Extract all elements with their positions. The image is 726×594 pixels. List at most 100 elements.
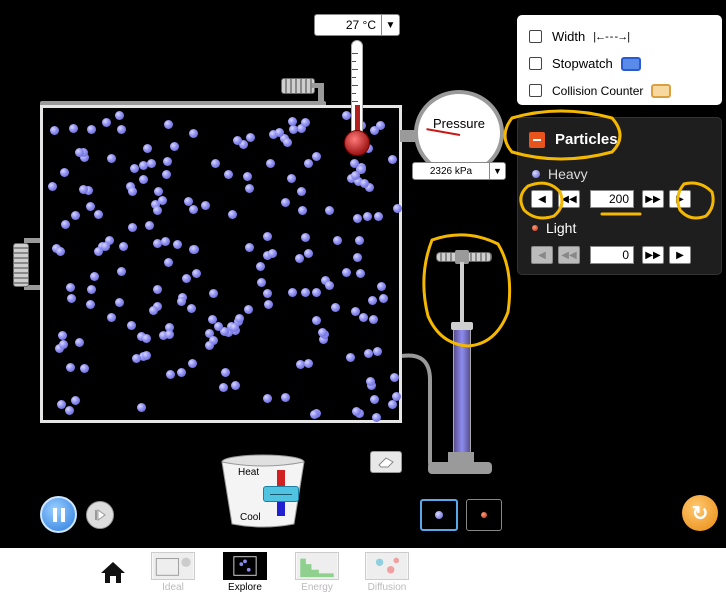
heavy-particle (186, 303, 196, 313)
heavy-particle (371, 412, 381, 422)
heavy-particle (390, 372, 400, 382)
heavy-particle (152, 285, 162, 295)
thermometer-bulb (344, 130, 370, 156)
pump-hose (401, 353, 448, 470)
heavy-particle (229, 323, 239, 333)
light-decrement-button[interactable]: ◀ (531, 246, 553, 264)
heavy-particle (324, 205, 334, 215)
heavy-particle (245, 242, 255, 252)
screen-nav-bar: Ideal Explore Energy Diffusion (0, 548, 726, 594)
heavy-particle (164, 329, 174, 339)
eraser-icon (378, 457, 394, 468)
heavy-particle (350, 306, 360, 316)
heavy-particle (257, 277, 267, 287)
tab-ideal[interactable]: Ideal (150, 552, 196, 593)
collapse-icon[interactable] (529, 131, 545, 148)
heavy-particle (188, 358, 198, 368)
heavy-particle (71, 395, 81, 405)
heavy-particle (207, 314, 217, 324)
heavy-particle (68, 124, 78, 133)
heavy-particle (341, 110, 351, 120)
container-width-handle[interactable] (13, 243, 29, 287)
heavy-particle (127, 223, 137, 233)
heavy-particle (298, 205, 308, 215)
heavy-particle (232, 135, 242, 145)
heavy-particle-icon (435, 511, 443, 519)
reset-icon: ↻ (691, 502, 709, 525)
heavy-particle (126, 321, 136, 331)
heavy-particle (65, 363, 75, 373)
heavy-particle (101, 117, 111, 127)
lid-handle[interactable] (281, 78, 315, 94)
heavy-particle (325, 280, 335, 290)
heavy-particle (265, 158, 275, 168)
light-decrement-fast-button[interactable]: ◀◀ (558, 246, 580, 264)
heavy-increment-fast-button[interactable]: ▶▶ (642, 190, 664, 208)
tab-diffusion[interactable]: Diffusion (364, 552, 410, 593)
pump-cap (451, 322, 473, 330)
stopwatch-toggle[interactable]: Stopwatch (529, 50, 710, 77)
temperature-readout[interactable]: 27 °C ▼ (314, 14, 400, 36)
tab-diffusion-label: Diffusion (367, 582, 407, 593)
collision-counter-toggle[interactable]: Collision Counter (529, 77, 710, 104)
pressure-readout[interactable]: 2326 kPa ▼ (412, 162, 506, 180)
heavy-particle (221, 367, 231, 377)
heavy-particle (345, 352, 355, 362)
reset-all-button[interactable]: ↻ (682, 495, 718, 531)
width-toggle[interactable]: Width |←- - -→| (529, 23, 710, 50)
particles-header[interactable]: Particles (529, 131, 618, 148)
heavy-particle (318, 327, 328, 337)
heavy-particle (157, 195, 167, 205)
heavy-particle (132, 353, 142, 363)
heavy-decrement-button[interactable]: ◀ (531, 190, 553, 208)
cool-label: Cool (240, 512, 261, 523)
simulation-stage: 27 °C ▼ Pressure 2326 kPa ▼ Heat Cool ↻ … (0, 0, 726, 548)
heavy-particle (114, 297, 124, 307)
heavy-particle (47, 181, 57, 191)
heavy-increment-button[interactable]: ▶ (669, 190, 691, 208)
erase-particles-button[interactable] (370, 451, 402, 473)
home-icon[interactable] (99, 560, 127, 584)
collision-counter-icon (651, 83, 672, 98)
heavy-particle (200, 200, 210, 210)
stopwatch-checkbox[interactable] (529, 57, 542, 70)
heavy-particle (116, 266, 126, 276)
heavy-particle (312, 315, 322, 325)
heavy-particle (359, 178, 369, 188)
ideal-thumbnail-icon (151, 552, 195, 580)
pump-barrel (453, 324, 471, 454)
heat-cool-slider[interactable] (263, 486, 299, 502)
heavy-particle (359, 312, 369, 322)
heavy-particle (264, 299, 274, 309)
heavy-particle (176, 296, 186, 306)
heavy-particle (341, 268, 351, 278)
pump-rod (460, 262, 464, 326)
collision-counter-checkbox[interactable] (529, 84, 542, 97)
heavy-particle (50, 125, 60, 135)
width-checkbox[interactable] (529, 30, 542, 43)
heavy-particle (367, 295, 377, 305)
temperature-units-dropdown-icon[interactable]: ▼ (381, 15, 399, 35)
tab-explore[interactable]: Explore (222, 552, 268, 593)
heavy-particle (243, 305, 253, 315)
light-increment-fast-button[interactable]: ▶▶ (642, 246, 664, 264)
temperature-value: 27 °C (345, 18, 376, 32)
heavy-particle (64, 405, 74, 415)
heavy-particle (56, 399, 66, 409)
light-increment-button[interactable]: ▶ (669, 246, 691, 264)
step-button[interactable] (86, 501, 114, 529)
light-count-field[interactable]: 0 (590, 246, 634, 264)
heavy-decrement-fast-button[interactable]: ◀◀ (558, 190, 580, 208)
heavy-particle (349, 158, 359, 168)
heavy-particle (295, 253, 305, 263)
particles-title: Particles (555, 131, 618, 148)
heavy-particle (59, 168, 69, 178)
pause-button[interactable] (40, 496, 77, 533)
light-particle-selector[interactable] (466, 499, 502, 531)
explore-thumbnail-icon (223, 552, 267, 580)
heavy-particle-selector[interactable] (420, 499, 458, 531)
heavy-count-field[interactable]: 200 (590, 190, 634, 208)
pressure-units-dropdown-icon[interactable]: ▼ (489, 163, 505, 179)
pump-base (428, 462, 492, 474)
tab-energy[interactable]: Energy (294, 552, 340, 593)
